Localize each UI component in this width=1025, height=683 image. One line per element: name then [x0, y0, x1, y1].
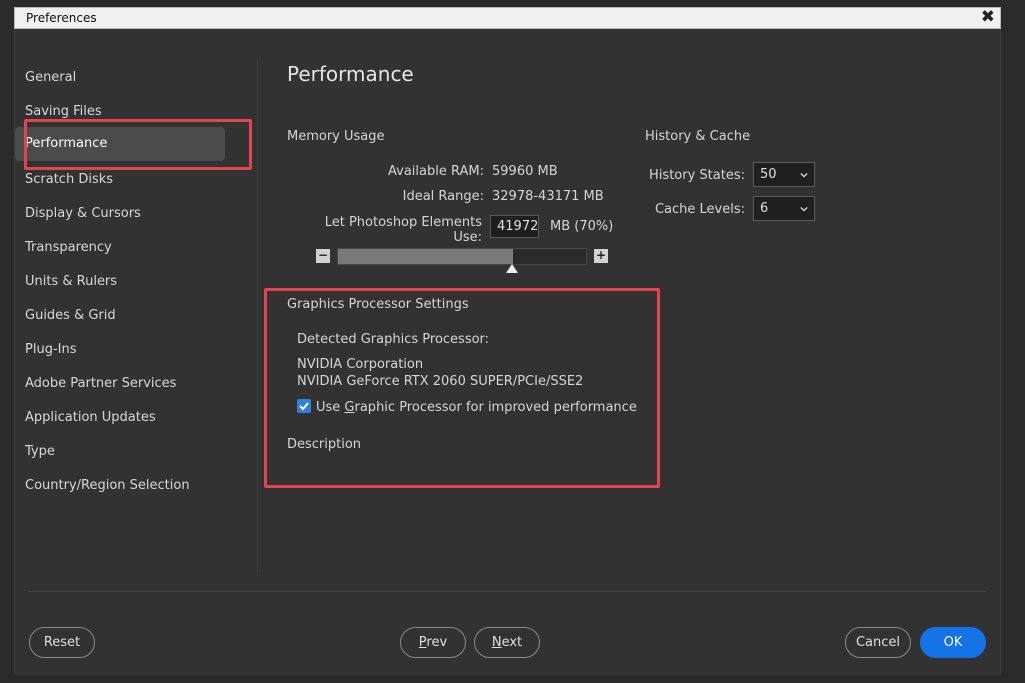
let-use-label: Let Photoshop Elements Use:	[324, 215, 482, 245]
cache-levels-select[interactable]: 6	[753, 196, 815, 221]
sidebar-item-adobe-partner-services[interactable]: Adobe Partner Services	[15, 367, 225, 400]
sidebar-item-transparency[interactable]: Transparency	[15, 231, 225, 264]
gpu-model: NVIDIA GeForce RTX 2060 SUPER/PCIe/SSE2	[297, 374, 584, 389]
use-gpu-mnemonic: G	[344, 400, 355, 415]
sidebar-item-label: Adobe Partner Services	[25, 376, 177, 391]
memory-increase-button[interactable]: +	[594, 249, 608, 263]
use-gpu-label[interactable]: Use Graphic Processor for improved perfo…	[316, 400, 637, 415]
ok-button[interactable]: OK	[920, 627, 986, 658]
sidebar-item-general[interactable]: General	[15, 61, 225, 94]
prev-button[interactable]: Prev	[400, 627, 466, 658]
sidebar-item-label: Country/Region Selection	[25, 478, 190, 493]
sidebar-item-plug-ins[interactable]: Plug-Ins	[15, 333, 225, 366]
history-states-value: 50	[760, 167, 777, 182]
footer-divider	[28, 591, 986, 592]
cancel-button[interactable]: Cancel	[845, 627, 911, 658]
sidebar-item-label: Plug-Ins	[25, 342, 77, 357]
next-mnemonic: N	[491, 635, 502, 650]
sidebar-item-label: Saving Files	[25, 104, 102, 119]
detected-gpu-label: Detected Graphics Processor:	[297, 332, 490, 347]
available-ram-value: 59960 MB	[492, 164, 558, 179]
sidebar-item-label: Scratch Disks	[25, 172, 114, 187]
memory-slider-thumb[interactable]	[506, 264, 518, 273]
memory-slider-track[interactable]	[337, 248, 587, 265]
window-title: Preferences	[26, 11, 97, 25]
use-gpu-label-post: raphic Processor for improved performanc…	[354, 400, 637, 415]
memory-usage-heading: Memory Usage	[287, 129, 385, 144]
sidebar-item-label: General	[25, 70, 77, 85]
sidebar-item-label: Transparency	[25, 240, 112, 255]
page-title: Performance	[287, 62, 414, 86]
gpu-vendor: NVIDIA Corporation	[297, 357, 424, 372]
sidebar-item-label: Units & Rulers	[25, 274, 118, 289]
chevron-down-icon	[800, 172, 808, 178]
sidebar-item-label: Performance	[25, 136, 108, 151]
description-label: Description	[287, 437, 362, 452]
close-icon[interactable]: ✖	[981, 7, 995, 27]
next-label-rest: ext	[501, 635, 523, 650]
sidebar-item-application-updates[interactable]: Application Updates	[15, 401, 225, 434]
sidebar-item-performance[interactable]: Performance	[15, 127, 225, 161]
sidebar-item-scratch-disks[interactable]: Scratch Disks	[15, 163, 225, 196]
use-gpu-checkbox[interactable]	[297, 399, 311, 413]
sidebar-item-guides-grid[interactable]: Guides & Grid	[15, 299, 225, 332]
memory-decrease-button[interactable]: −	[316, 249, 330, 263]
sidebar-item-type[interactable]: Type	[15, 435, 225, 468]
sidebar-divider	[257, 58, 258, 572]
history-cache-heading: History & Cache	[645, 129, 751, 144]
reset-button[interactable]: Reset	[29, 627, 95, 658]
next-button[interactable]: Next	[474, 627, 540, 658]
sidebar-item-label: Guides & Grid	[25, 308, 116, 323]
memory-amount-suffix: MB (70%)	[550, 219, 614, 234]
use-gpu-label-pre: Use	[316, 400, 345, 415]
title-bar: Preferences ✖	[14, 7, 1001, 29]
history-states-label: History States:	[649, 168, 745, 183]
chevron-down-icon	[800, 206, 808, 212]
sidebar-item-units-rulers[interactable]: Units & Rulers	[15, 265, 225, 298]
history-states-select[interactable]: 50	[753, 162, 815, 187]
prev-label-rest: rev	[426, 635, 448, 650]
cache-levels-value: 6	[760, 201, 769, 216]
gpu-settings-heading: Graphics Processor Settings	[287, 297, 469, 312]
sidebar-item-display-cursors[interactable]: Display & Cursors	[15, 197, 225, 230]
cache-levels-label: Cache Levels:	[654, 202, 745, 217]
sidebar-item-country-region[interactable]: Country/Region Selection	[15, 469, 225, 502]
memory-slider-fill	[338, 249, 513, 264]
sidebar-item-label: Application Updates	[25, 410, 156, 425]
memory-amount-input[interactable]: 41972	[490, 215, 539, 238]
available-ram-label: Available RAM:	[388, 164, 484, 179]
ideal-range-label: Ideal Range:	[402, 189, 484, 204]
sidebar-item-label: Type	[25, 444, 55, 459]
checkmark-icon	[299, 402, 309, 411]
sidebar-item-label: Display & Cursors	[25, 206, 141, 221]
sidebar-item-saving-files[interactable]: Saving Files	[15, 95, 225, 128]
ideal-range-value: 32978-43171 MB	[492, 189, 604, 204]
